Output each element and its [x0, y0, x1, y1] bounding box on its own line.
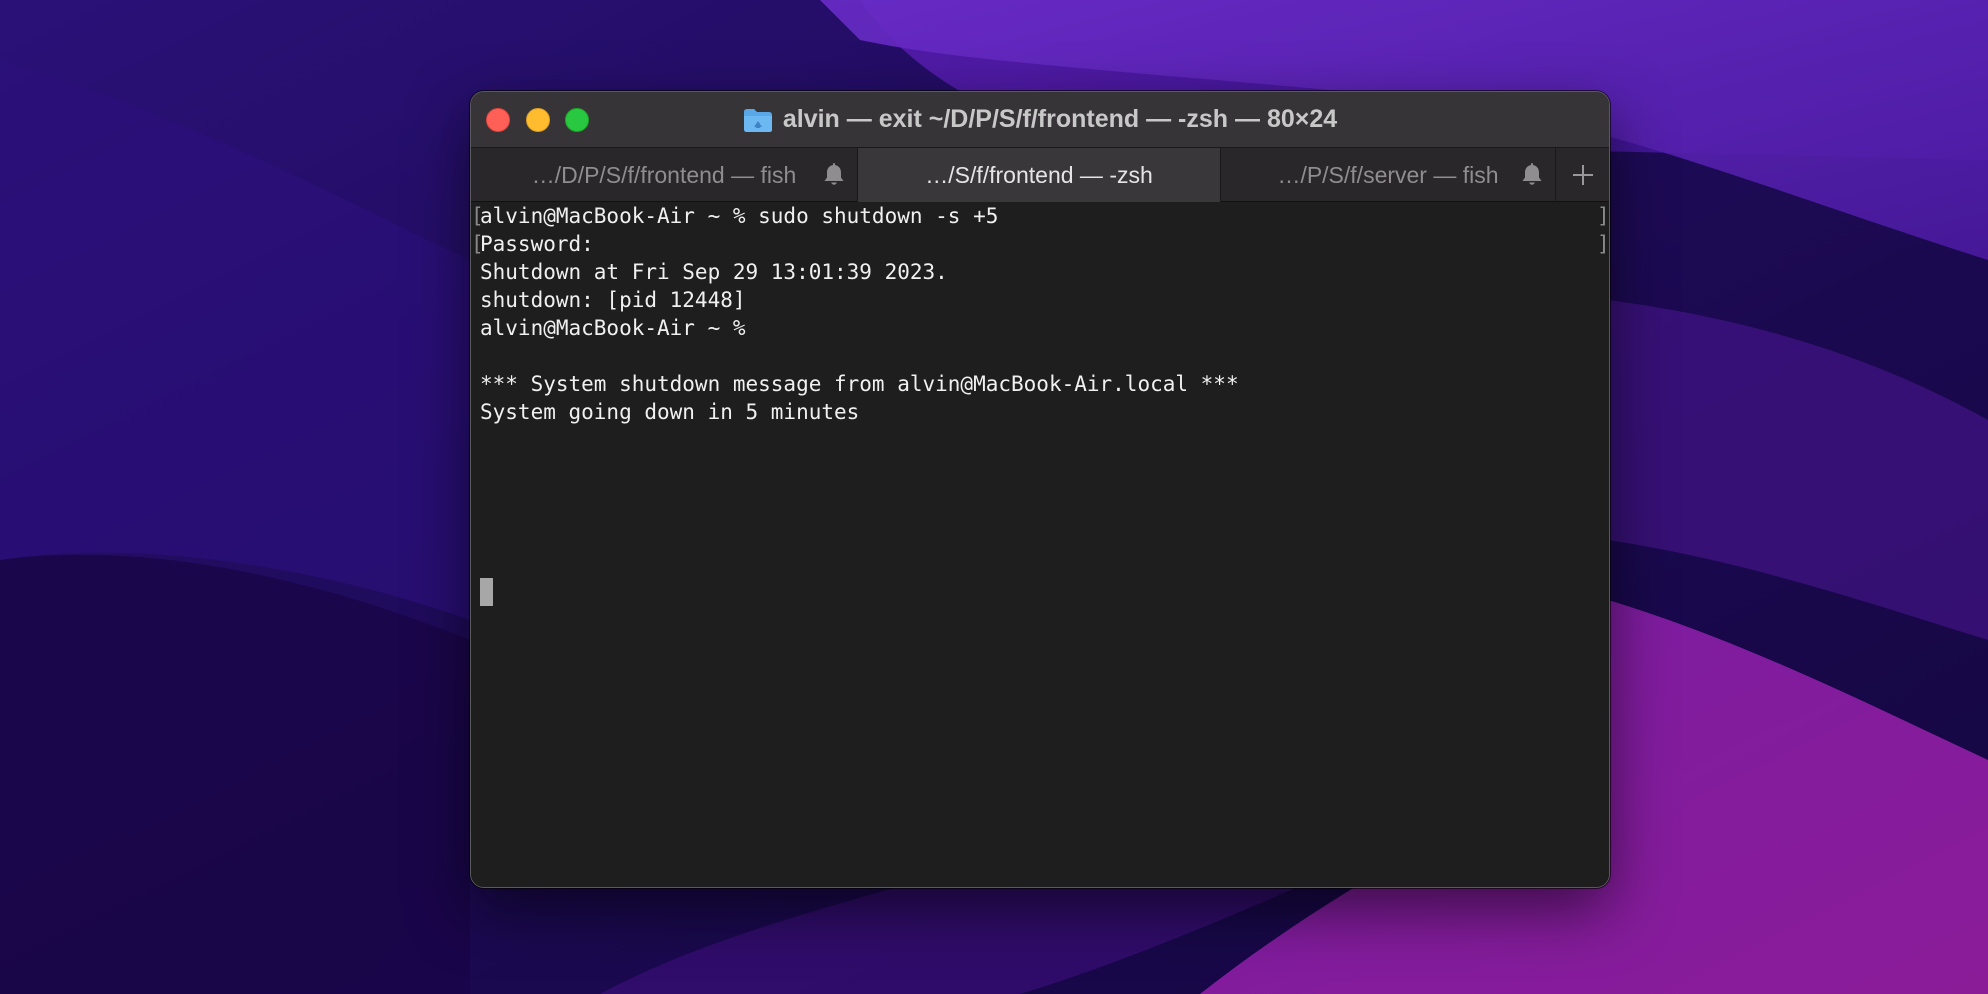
tab-label: …/P/S/f/server — fish [1277, 161, 1499, 188]
tab-bar: …/D/P/S/f/frontend — fish …/S/f/frontend… [471, 147, 1609, 202]
tab-frontend-zsh[interactable]: …/S/f/frontend — -zsh [858, 148, 1221, 202]
title-bar[interactable]: alvin — exit ~/D/P/S/f/frontend — -zsh —… [471, 92, 1609, 147]
terminal-line: *** System shutdown message from alvin@M… [480, 372, 1239, 396]
text-cursor [480, 578, 493, 606]
new-tab-button[interactable] [1556, 148, 1609, 202]
tab-label: …/S/f/frontend — -zsh [925, 161, 1153, 188]
tab-frontend-fish[interactable]: …/D/P/S/f/frontend — fish [471, 148, 858, 202]
terminal-line: alvin@MacBook-Air ~ % [480, 316, 746, 340]
folder-icon [743, 108, 772, 132]
bell-icon [824, 163, 844, 185]
terminal-line: Shutdown at Fri Sep 29 13:01:39 2023. [480, 260, 948, 284]
terminal-output[interactable]: [ ] [ ] alvin@MacBook-Air ~ % sudo shutd… [471, 202, 1609, 887]
tab-label: …/D/P/S/f/frontend — fish [531, 161, 797, 188]
terminal-line: Password: [480, 232, 594, 256]
terminal-line: alvin@MacBook-Air ~ % sudo shutdown -s +… [480, 204, 999, 228]
bell-icon [1522, 163, 1542, 185]
terminal-line: shutdown: [pid 12448] [480, 288, 746, 312]
window-title: alvin — exit ~/D/P/S/f/frontend — -zsh —… [782, 105, 1338, 133]
plus-icon [1572, 165, 1593, 185]
tab-server-fish[interactable]: …/P/S/f/server — fish [1221, 148, 1556, 202]
terminal-line: System going down in 5 minutes [480, 400, 860, 424]
window-title-group: alvin — exit ~/D/P/S/f/frontend — -zsh —… [471, 92, 1609, 147]
terminal-window: alvin — exit ~/D/P/S/f/frontend — -zsh —… [470, 91, 1610, 888]
line-mark-right: ] [1597, 204, 1610, 228]
line-mark-right: ] [1597, 232, 1610, 256]
